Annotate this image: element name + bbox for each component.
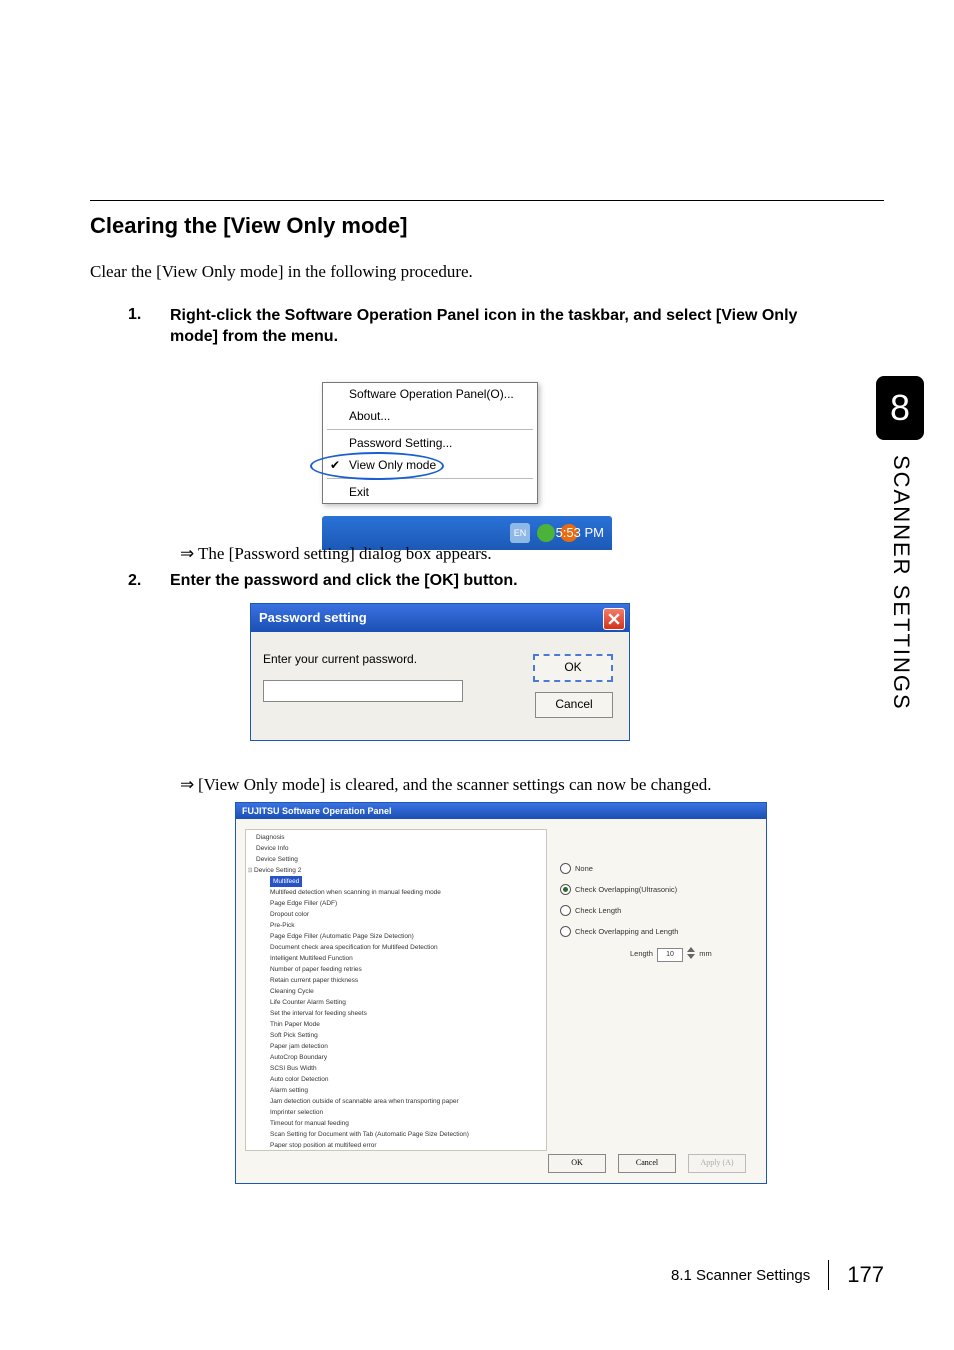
chapter-tab: 8	[876, 376, 924, 440]
password-input[interactable]	[263, 680, 463, 702]
checkmark-icon: ✔	[330, 458, 340, 472]
radio-label: None	[575, 864, 593, 873]
ok-button[interactable]: OK	[533, 654, 613, 682]
length-spinner[interactable]: 10	[657, 948, 683, 962]
result-1: ⇒The [Password setting] dialog box appea…	[180, 544, 492, 564]
radio-check-both[interactable]: Check Overlapping and Length	[560, 926, 755, 937]
arrow-icon: ⇒	[180, 775, 198, 795]
menu-item-sop[interactable]: Software Operation Panel(O)...	[323, 383, 537, 405]
sop-options: None Check Overlapping(Ultrasonic) Check…	[560, 863, 755, 962]
radio-icon	[560, 863, 571, 874]
context-menu: Software Operation Panel(O)... About... …	[322, 382, 538, 504]
section-heading: Clearing the [View Only mode]	[90, 213, 407, 239]
intro-text: Clear the [View Only mode] in the follow…	[90, 262, 473, 282]
menu-item-about[interactable]: About...	[323, 405, 537, 427]
menu-separator	[327, 478, 533, 479]
sop-window: FUJITSU Software Operation Panel Diagnos…	[235, 802, 767, 1184]
length-row: Length 10 mm	[560, 947, 755, 962]
radio-icon	[560, 926, 571, 937]
divider	[90, 200, 884, 201]
length-unit: mm	[699, 949, 712, 958]
context-menu-figure: Software Operation Panel(O)... About... …	[280, 376, 640, 526]
close-icon	[608, 613, 620, 625]
sop-button-row: OK Cancel Apply (A)	[548, 1154, 746, 1173]
password-label: Enter your current password.	[263, 652, 417, 666]
chapter-title-vertical: SCANNER SETTINGS	[888, 455, 914, 711]
dialog-titlebar: Password setting	[251, 604, 629, 632]
sop-cancel-button[interactable]: Cancel	[618, 1154, 676, 1173]
tray-icon-1[interactable]	[537, 524, 555, 542]
step-number-1: 1.	[128, 306, 141, 324]
spinner-up-icon	[687, 947, 695, 952]
step-2-text: Enter the password and click the [OK] bu…	[170, 572, 518, 590]
cancel-button[interactable]: Cancel	[535, 692, 613, 718]
spinner-down-icon	[687, 954, 695, 959]
menu-separator	[327, 429, 533, 430]
result-1-text: The [Password setting] dialog box appear…	[198, 544, 492, 563]
radio-label: Check Length	[575, 906, 621, 915]
page-footer: 8.1 Scanner Settings 177	[671, 1260, 884, 1290]
page: Clearing the [View Only mode] Clear the …	[0, 0, 954, 1350]
menu-item-view-only-mode[interactable]: ✔ View Only mode	[323, 454, 537, 476]
step-1-text: Right-click the Software Operation Panel…	[170, 306, 834, 348]
step-number-2: 2.	[128, 572, 141, 590]
radio-none[interactable]: None	[560, 863, 755, 874]
footer-section: 8.1 Scanner Settings	[671, 1267, 810, 1284]
length-label: Length	[630, 949, 653, 958]
arrow-icon: ⇒	[180, 544, 198, 564]
sop-tree[interactable]: DiagnosisDevice InfoDevice Setting⊟Devic…	[248, 832, 544, 1148]
radio-label: Check Overlapping(Ultrasonic)	[575, 885, 677, 894]
close-button[interactable]	[603, 608, 625, 630]
radio-check-overlapping[interactable]: Check Overlapping(Ultrasonic)	[560, 884, 755, 895]
menu-item-exit[interactable]: Exit	[323, 481, 537, 503]
dialog-title: Password setting	[259, 610, 367, 625]
sop-tree-frame: DiagnosisDevice InfoDevice Setting⊟Devic…	[245, 829, 547, 1151]
radio-label: Check Overlapping and Length	[575, 927, 678, 936]
menu-item-password-setting[interactable]: Password Setting...	[323, 432, 537, 454]
result-2-text: [View Only mode] is cleared, and the sca…	[198, 775, 712, 794]
sop-titlebar: FUJITSU Software Operation Panel	[236, 803, 766, 819]
sop-ok-button[interactable]: OK	[548, 1154, 606, 1173]
radio-icon	[560, 905, 571, 916]
password-dialog: Password setting Enter your current pass…	[250, 603, 630, 741]
spinner-buttons[interactable]	[687, 947, 697, 961]
sop-apply-button[interactable]: Apply (A)	[688, 1154, 746, 1173]
result-2: ⇒[View Only mode] is cleared, and the sc…	[180, 775, 712, 795]
footer-page-number: 177	[847, 1262, 884, 1288]
radio-check-length[interactable]: Check Length	[560, 905, 755, 916]
footer-divider	[828, 1260, 829, 1290]
language-indicator[interactable]: EN	[510, 523, 530, 543]
radio-icon	[560, 884, 571, 895]
menu-item-label: View Only mode	[349, 458, 436, 472]
taskbar-clock: 5:53 PM	[556, 516, 604, 550]
